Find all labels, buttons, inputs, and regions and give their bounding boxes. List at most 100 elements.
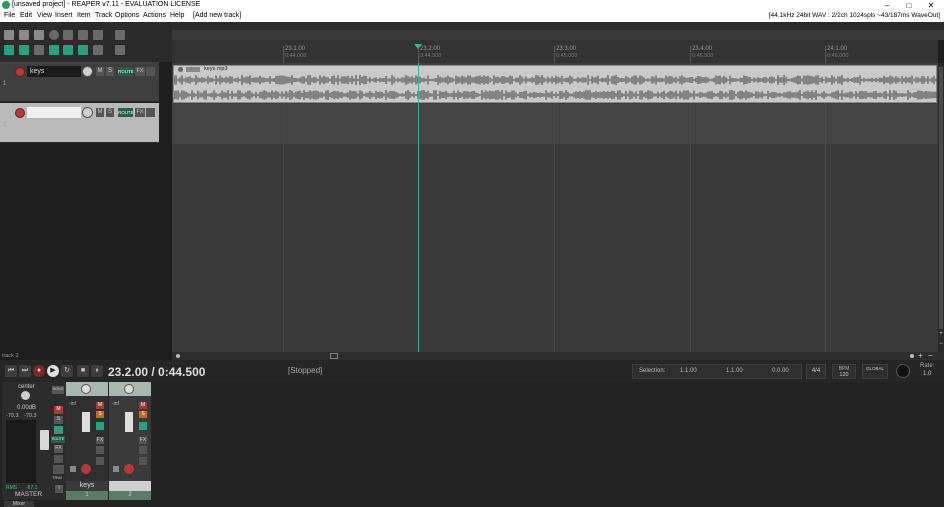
mixer-tab[interactable]: Mixer	[4, 501, 34, 507]
track-name-field[interactable]	[27, 107, 81, 118]
h-zoom-in-icon[interactable]: +	[918, 351, 923, 360]
scroll-right-icon[interactable]	[910, 354, 914, 358]
master-fader[interactable]	[40, 430, 49, 450]
arrange-view[interactable]: keys.mp3	[172, 63, 938, 353]
auto-crossfade-icon[interactable]	[115, 45, 125, 55]
menu-item[interactable]: Item	[77, 12, 91, 19]
item-mute-icon[interactable]	[186, 67, 200, 72]
scroll-thumb[interactable]	[330, 353, 338, 359]
redo-icon[interactable]	[78, 30, 88, 40]
solo-button[interactable]: S	[139, 411, 147, 418]
go-to-end-icon[interactable]: ⏭	[19, 365, 31, 377]
ripple-edit-icon[interactable]	[4, 45, 14, 55]
master-mono-button[interactable]: MONO	[52, 386, 64, 394]
scroll-thumb[interactable]	[939, 67, 943, 329]
metronome-icon[interactable]	[93, 30, 103, 40]
menu-options[interactable]: Options	[115, 12, 139, 19]
rate-value[interactable]: 1.0	[923, 371, 931, 377]
playrate-knob[interactable]	[896, 364, 910, 378]
item-fx-icon[interactable]	[178, 67, 183, 72]
route-button[interactable]: ROUTE	[118, 67, 134, 76]
add-new-track-button[interactable]: [Add new track]	[193, 12, 241, 19]
master-volume-readout[interactable]: 0.00dB	[17, 405, 36, 411]
loop-toggle-icon[interactable]: ↻	[61, 365, 73, 377]
phase-icon[interactable]	[139, 422, 147, 430]
volume-fader[interactable]	[125, 412, 133, 432]
bpm-value[interactable]: 120	[833, 372, 855, 378]
record-arm-button[interactable]	[81, 464, 91, 474]
master-strip[interactable]: center 0.00dB -70.3 -70.3 MONO M S ROUTE…	[2, 382, 66, 500]
h-zoom-out-icon[interactable]: −	[928, 351, 933, 360]
audio-device-status[interactable]: [44.1kHz 24bit WAV : 2/2ch 1024spls ~43/…	[769, 12, 940, 19]
volume-knob[interactable]	[82, 107, 93, 118]
project-settings-icon[interactable]	[49, 30, 59, 40]
track-header-keys[interactable]: 1 keys M S ROUTE FX	[0, 62, 159, 102]
volume-knob[interactable]	[82, 66, 93, 77]
menu-file[interactable]: File	[4, 12, 15, 19]
pan-knob[interactable]	[124, 384, 134, 394]
global-automation-box[interactable]: GLOBAL	[862, 364, 888, 379]
master-mute-button[interactable]: M	[54, 406, 63, 414]
maximize-button[interactable]: □	[898, 0, 920, 11]
menu-help[interactable]: Help	[170, 12, 184, 19]
loop-icon[interactable]	[78, 45, 88, 55]
master-pan-knob[interactable]	[21, 391, 30, 400]
playhead-marker-icon[interactable]	[414, 44, 422, 49]
go-to-start-icon[interactable]: ⏮	[5, 365, 17, 377]
fx-bypass-button[interactable]	[146, 108, 155, 117]
mute-button[interactable]: M	[96, 402, 104, 409]
track-control-panel[interactable]: 1 keys M S ROUTE FX 2 M S ROUTE FX	[0, 62, 172, 352]
zoom-out-icon[interactable]: −	[938, 341, 944, 347]
scroll-left-icon[interactable]	[176, 354, 180, 358]
master-fx-bypass[interactable]	[54, 455, 63, 463]
time-display[interactable]: 23.2.00 / 0:44.500	[108, 365, 205, 379]
master-phase-icon[interactable]	[54, 426, 63, 434]
mute-button[interactable]: M	[139, 402, 147, 409]
master-trim-label[interactable]: TRIM	[52, 475, 62, 480]
toolbar-square-icon[interactable]	[115, 30, 125, 40]
play-button[interactable]: ▶	[47, 365, 59, 377]
undo-icon[interactable]	[63, 30, 73, 40]
solo-button[interactable]: S	[96, 411, 104, 418]
open-project-icon[interactable]	[19, 30, 29, 40]
menu-actions[interactable]: Actions	[143, 12, 166, 19]
master-route-button[interactable]: ROUTE	[51, 436, 65, 443]
record-button[interactable]: ●	[33, 365, 45, 377]
snap-icon[interactable]	[49, 45, 59, 55]
pan-knob[interactable]	[81, 384, 91, 394]
volume-fader[interactable]	[82, 412, 90, 432]
record-arm-button[interactable]	[15, 108, 25, 118]
link-icon[interactable]	[19, 45, 29, 55]
route-button[interactable]: ROUTE	[118, 108, 134, 117]
fx-button[interactable]: FX	[96, 437, 104, 444]
fx-bypass-button[interactable]	[96, 446, 104, 454]
track-name-field[interactable]: keys	[27, 66, 81, 77]
selection-length[interactable]: 0.0.00	[772, 368, 789, 374]
grid-icon[interactable]	[34, 45, 44, 55]
env-button[interactable]	[96, 457, 104, 465]
record-arm-button[interactable]	[15, 67, 25, 77]
selection-panel[interactable]: Selection: 1.1.00 1.1.00 0.0.00	[632, 364, 802, 379]
menu-view[interactable]: View	[37, 12, 52, 19]
timeline-ruler[interactable]: 23.1.00 0:44.000 23.2.00 0:44.500 23.3.0…	[172, 40, 938, 64]
close-button[interactable]: ✕	[920, 0, 942, 11]
master-env-icon[interactable]	[53, 465, 64, 474]
media-item[interactable]: keys.mp3	[173, 65, 937, 103]
mixer-strip-keys[interactable]: -inf M S FX keys 1	[66, 382, 108, 500]
menu-track[interactable]: Track	[95, 12, 112, 19]
horizontal-scrollbar[interactable]: + −	[172, 351, 944, 360]
minimize-button[interactable]: –	[876, 0, 898, 11]
zoom-in-icon[interactable]: +	[938, 331, 944, 337]
fx-button[interactable]: FX	[135, 67, 145, 76]
track-lane-2[interactable]	[172, 104, 938, 144]
fx-button[interactable]: FX	[139, 437, 147, 444]
master-fx-button[interactable]: FX	[54, 445, 63, 453]
mute-button[interactable]: M	[96, 67, 104, 76]
lock-icon[interactable]	[93, 45, 103, 55]
strip-name[interactable]	[109, 481, 151, 491]
region-lane[interactable]	[172, 30, 944, 40]
solo-button[interactable]: S	[106, 67, 114, 76]
mixer-strip-2[interactable]: -inf M S FX 2	[109, 382, 151, 500]
env-button[interactable]	[139, 457, 147, 465]
pause-button[interactable]: ⏸	[91, 365, 103, 377]
